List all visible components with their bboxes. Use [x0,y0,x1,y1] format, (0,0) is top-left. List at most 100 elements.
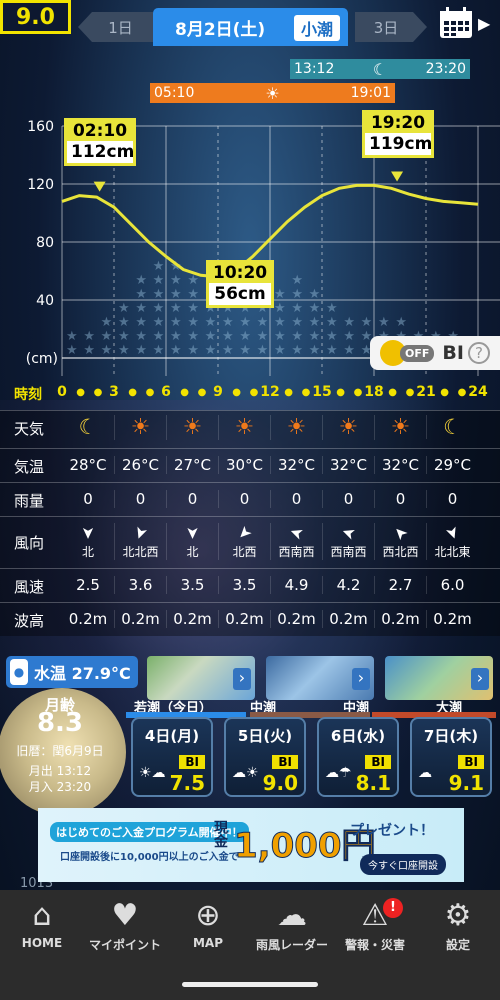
star-mark: ★ [170,315,182,330]
wave-cell: 0.2m [426,610,478,628]
forecast-card[interactable]: 5日(火) ☁☀ BI 9.0 [224,717,306,797]
star-mark: ★ [153,343,165,358]
chevron-right-icon[interactable]: ▶ [478,14,490,33]
hour-tick: 9 [213,384,223,400]
calendar-icon[interactable] [438,6,474,40]
ad-banner[interactable]: はじめてのご入金プログラム開催中！ 口座開設後に10,000円以上のご入金で 現… [38,808,464,882]
star-mark: ★ [326,301,338,316]
wave-row: 波高 0.2m 0.2m 0.2m 0.2m 0.2m 0.2m 0.2m 0.2m [0,602,500,636]
star-mark: ★ [257,315,269,330]
nav-警報・災害[interactable]: ⚠ 警報・災害! [333,896,417,960]
star-mark: ★ [187,301,199,316]
star-mark: ★ [309,343,321,358]
next-day-button[interactable]: 3日 [355,12,427,42]
star-mark: ★ [239,329,251,344]
current-date: 8月2日(土) [175,19,266,40]
y-tick-label: 80 [36,235,54,251]
temp-cell: 29°C [426,456,478,474]
wind-map-thumbnail[interactable]: › [266,656,374,700]
star-mark: ★ [274,287,286,302]
tide-pointer [391,171,404,182]
hour-tick: 18 [364,384,384,400]
radar-thumbnail[interactable]: › [147,656,255,700]
bi-toggle[interactable]: OFF BI ? [370,336,500,370]
wind-direction-cell: ➤ 北北東 [426,523,478,560]
bi-value: 7.5 [169,771,205,795]
tide-height: 56cm [214,284,266,304]
nav-雨風レーダー[interactable]: ☁ 雨風レーダー [250,896,334,960]
ad-cta[interactable]: 今すぐ口座開設 [360,854,446,875]
wind-speed-cell: 4.9 [270,576,322,594]
top-bar: 9.0 1日 8月2日(土) 小潮 3日 ▶ [0,0,500,46]
star-mark: ★ [205,343,217,358]
tide-type-badge: 小潮 [293,15,340,41]
help-icon[interactable]: ? [467,342,490,364]
moon-time-bar: 13:12 ☾ 23:20 [290,59,470,79]
star-mark: ★ [66,329,78,344]
star-mark: ★ [135,315,147,330]
bi-label: BI [458,755,484,769]
ad-present: プレゼント！ [350,823,434,839]
nav-設定[interactable]: ⚙ 設定 [416,896,500,960]
y-tick-label: 40 [36,293,54,309]
star-mark: ★ [257,329,269,344]
star-mark: ★ [135,329,147,344]
y-axis-label: (cm) [26,351,58,367]
tide-time: 10:20 [209,263,271,283]
nav-マイポイント[interactable]: ♥ マイポイント [83,896,167,960]
wind-direction-row: 風向 ➤ 北 ➤ 北北西 ➤ 北 ➤ 北西 ➤ 西南西 ➤ 西南西 ➤ 西北西 ➤ 北北東 [0,516,500,568]
star-mark: ★ [343,329,355,344]
chevron-right-icon: › [352,668,370,690]
row-label: 波高 [14,612,45,630]
wind-speed-cell: 2.7 [374,576,426,594]
wind-direction-cell: ➤ 北北西 [114,523,166,560]
hour-tick: 24 [468,384,488,400]
bi-label: BI [179,755,205,769]
star-mark: ★ [135,287,147,302]
bi-value: 8.1 [355,771,391,795]
sun-icon: ☀ [374,415,426,440]
cloud-icon: ☁ [418,765,432,781]
hour-dot: ● [180,387,190,398]
nav-map[interactable]: ⊕ MAP [166,896,250,960]
wind-speed-cell: 3.5 [218,576,270,594]
forecast-day: 7日(木) [423,727,479,745]
wave-cell: 0.2m [166,610,218,628]
warning-icon: ⚠ [361,898,389,933]
row-label: 風向 [14,534,45,552]
wind-arrow-icon: ➤ [79,526,98,540]
forecast-card[interactable]: 4日(月) ☀☁ BI 7.5 [131,717,213,797]
star-mark: ★ [101,315,113,330]
row-label: 雨量 [14,492,45,510]
wind-speed-cell: 6.0 [426,576,478,594]
tide-chart: ★ ★ ★ ★ ★ ★ ★ ★ ★ ★ ★ ★ ★ ★ ★ ★ ★ ★ ★ ★ ★ ★ ★ ★ ★ ★ ★ ★ ★ ★ ★ ★ ★ ★ ★ ★ ★ ★ ★ ★… [0,46,500,410]
nav-label: 雨風レーダー [255,938,328,952]
moon-phase-disc[interactable]: 月齢 8.3 旧暦：閏6月9日 月出 13:12 月入 23:20 [0,688,126,816]
star-mark: ★ [326,315,338,330]
nav-home[interactable]: ⌂ HOME [0,896,84,960]
hour-tick: 3 [109,384,119,400]
tide-pointer [93,181,106,192]
hour-dot: ● [76,387,86,398]
current-day-tab: 8月2日(土) 小潮 [153,8,348,46]
sun-time-bar: 05:10 ☀ 19:01 [150,83,395,103]
moonset-text: 月入 23:20 [28,780,92,794]
temp-cell: 32°C [270,456,322,474]
forecast-card[interactable]: 6日(水) ☁☂ BI 8.1 [317,717,399,797]
wave-map-thumbnail[interactable]: › [385,656,493,700]
nav-label: HOME [21,936,63,950]
star-mark: ★ [291,287,303,302]
star-mark: ★ [153,259,165,274]
hour-tick: 0 [57,384,67,400]
forecast-card[interactable]: 7日(木) ☁ BI 9.1 [410,717,492,797]
wave-cell: 0.2m [322,610,374,628]
wind-direction-cell: ➤ 北 [62,523,114,560]
moon-icon: ☾ [372,59,388,79]
bi-score-badge[interactable]: 9.0 [0,0,71,34]
star-mark: ★ [309,329,321,344]
prev-day-button[interactable]: 1日 [78,12,153,42]
star-mark: ★ [395,315,407,330]
ad-cash: 現金 [212,820,228,848]
sun-cloud-icon: ☀☁ [139,765,166,781]
star-mark: ★ [205,315,217,330]
